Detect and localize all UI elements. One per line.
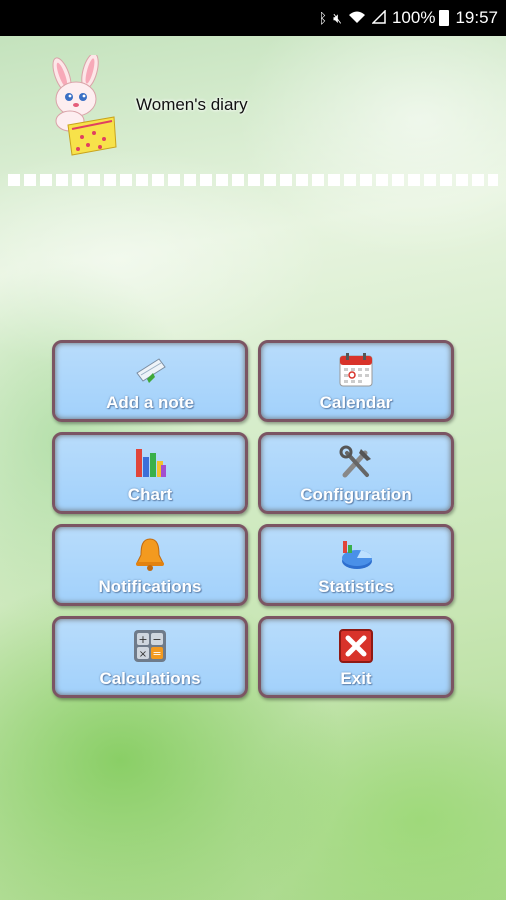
dashed-divider xyxy=(8,174,498,186)
calendar-button[interactable]: Calendar xyxy=(258,340,454,422)
statistics-button[interactable]: Statistics xyxy=(258,524,454,606)
add-note-label: Add a note xyxy=(106,393,194,412)
battery-icon xyxy=(439,10,450,26)
mute-icon: 🔇︎ xyxy=(333,9,342,26)
pie-chart-icon xyxy=(337,535,375,573)
calendar-icon xyxy=(337,351,375,389)
svg-text:=: = xyxy=(152,647,161,660)
statistics-label: Statistics xyxy=(318,577,394,596)
svg-text:×: × xyxy=(139,649,147,660)
bluetooth-icon: ᛒ xyxy=(318,10,328,26)
battery-percent: 100% xyxy=(391,8,436,27)
calculations-label: Calculations xyxy=(99,669,201,688)
bar-chart-icon xyxy=(131,443,169,481)
bell-icon xyxy=(131,535,169,573)
calendar-label: Calendar xyxy=(319,393,393,412)
note-icon xyxy=(131,351,169,389)
clock: 19:57 xyxy=(455,8,498,27)
signal-icon xyxy=(371,8,386,27)
bunny-logo xyxy=(34,53,124,159)
chart-label: Chart xyxy=(127,485,173,504)
chart-button[interactable]: Chart xyxy=(52,432,248,514)
tools-icon xyxy=(337,443,375,481)
exit-button[interactable]: Exit xyxy=(258,616,454,698)
svg-text:−: − xyxy=(152,633,161,646)
status-bar: ᛒ 🔇︎ 100% 19:57 xyxy=(0,0,506,36)
configuration-label: Configuration xyxy=(300,485,412,504)
wifi-icon xyxy=(348,10,366,27)
close-icon xyxy=(337,627,375,665)
notifications-button[interactable]: Notifications xyxy=(52,524,248,606)
notifications-label: Notifications xyxy=(98,577,202,596)
calculator-icon: + − × = xyxy=(131,627,169,665)
configuration-button[interactable]: Configuration xyxy=(258,432,454,514)
calculations-button[interactable]: + − × = Calculations xyxy=(52,616,248,698)
add-note-button[interactable]: Add a note xyxy=(52,340,248,422)
app-title: Women's diary xyxy=(136,95,248,114)
main-menu: Add a note Calendar Chart Configuration … xyxy=(52,340,454,698)
exit-label: Exit xyxy=(340,669,372,688)
svg-text:+: + xyxy=(138,633,147,646)
